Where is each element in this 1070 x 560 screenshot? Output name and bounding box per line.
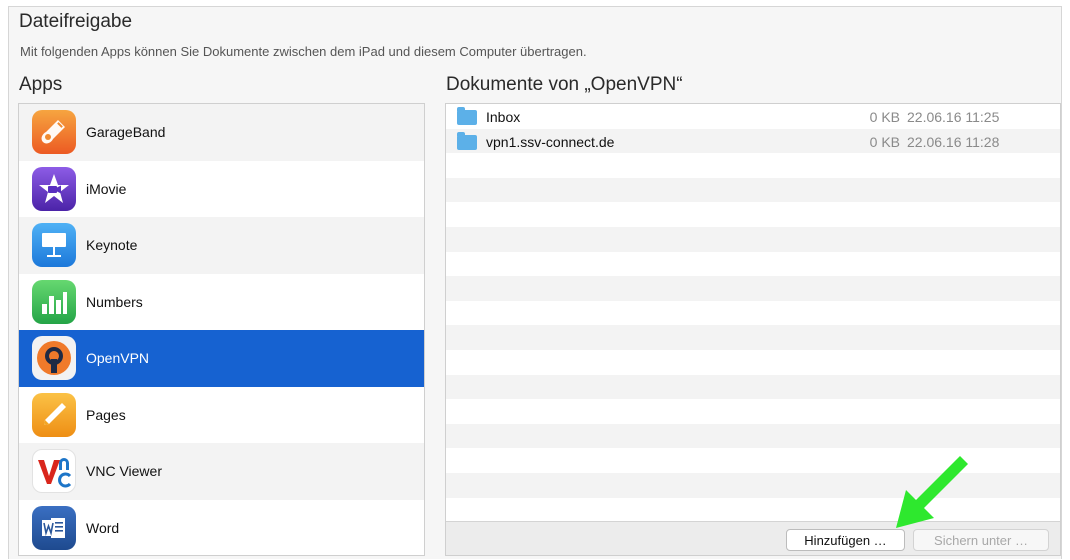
add-button[interactable]: Hinzufügen …: [786, 529, 905, 551]
vnc-viewer-icon: [32, 449, 76, 494]
app-label: OpenVPN: [86, 350, 150, 367]
apps-heading: Apps: [19, 74, 63, 95]
pages-icon: [32, 392, 76, 437]
app-label: Word: [86, 519, 120, 536]
section-title: Dateifreigabe: [19, 11, 133, 32]
keynote-icon: [32, 223, 76, 268]
app-label: GarageBand: [86, 124, 166, 141]
document-row-vpn1[interactable]: vpn1.ssv-connect.de 0 KB 22.06.16 11:28: [446, 130, 1060, 154]
folder-icon: [457, 106, 477, 125]
app-item-numbers[interactable]: Numbers: [19, 273, 424, 330]
document-date: 22.06.16 11:28: [907, 134, 1000, 150]
section-description: Mit folgenden Apps können Sie Dokumente …: [20, 44, 587, 59]
numbers-icon: [32, 279, 76, 324]
app-label: Pages: [86, 406, 126, 423]
save-as-button[interactable]: Sichern unter …: [913, 529, 1049, 551]
annotation-arrow-icon: [896, 456, 968, 528]
openvpn-icon: [32, 336, 76, 381]
app-label: Numbers: [86, 293, 143, 310]
document-size: 0 KB: [869, 109, 900, 125]
app-item-word[interactable]: Word: [19, 499, 424, 555]
app-item-pages[interactable]: Pages: [19, 386, 424, 443]
document-date: 22.06.16 11:25: [907, 109, 1000, 125]
app-label: Keynote: [86, 237, 138, 254]
app-item-imovie[interactable]: iMovie: [19, 160, 424, 217]
document-name: vpn1.ssv-connect.de: [486, 134, 615, 150]
apps-list: GarageBand iMovie Keynote Numbers OpenVP…: [18, 103, 425, 556]
app-item-openvpn[interactable]: OpenVPN: [19, 330, 424, 387]
word-icon: [32, 505, 76, 550]
app-item-garageband[interactable]: GarageBand: [19, 104, 424, 161]
app-label: iMovie: [86, 180, 127, 197]
app-item-vnc-viewer[interactable]: VNC Viewer: [19, 443, 424, 500]
app-label: VNC Viewer: [86, 463, 162, 480]
document-row-inbox[interactable]: Inbox 0 KB 22.06.16 11:25: [446, 105, 1060, 129]
folder-icon: [457, 131, 477, 150]
app-item-keynote[interactable]: Keynote: [19, 217, 424, 274]
garageband-icon: [32, 110, 76, 155]
document-name: Inbox: [486, 109, 521, 125]
document-size: 0 KB: [869, 134, 900, 150]
documents-heading: Dokumente von „OpenVPN“: [446, 74, 683, 95]
imovie-icon: [32, 166, 76, 211]
